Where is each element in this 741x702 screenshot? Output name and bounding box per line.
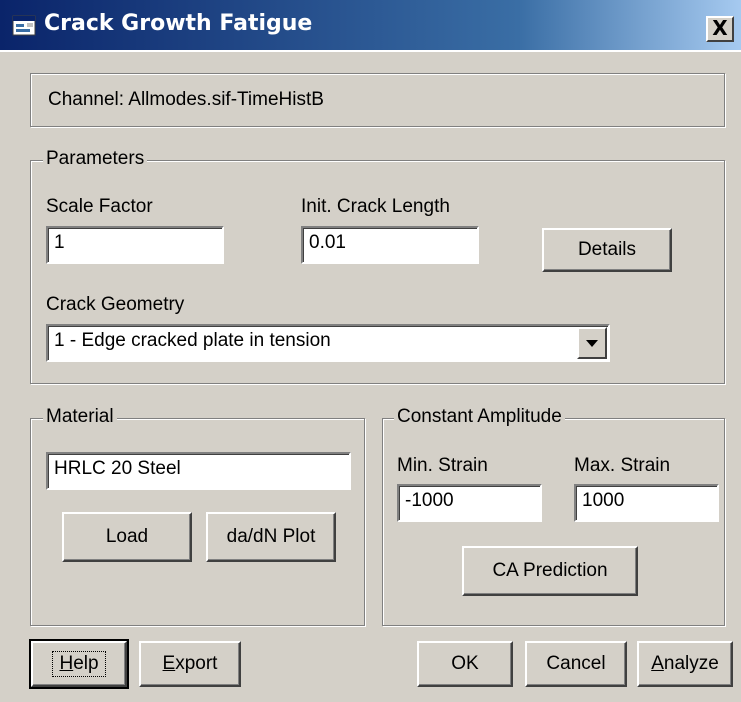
crack-geometry-select[interactable]: 1 - Edge cracked plate in tension [46, 324, 610, 362]
cancel-button[interactable]: Cancel [525, 641, 627, 687]
channel-label: Channel: Allmodes.sif-TimeHistB [48, 89, 324, 110]
load-button-label: Load [105, 526, 149, 547]
crack-geometry-dropdown-button[interactable] [577, 327, 607, 359]
material-group-label: Material [43, 406, 117, 428]
details-button[interactable]: Details [542, 228, 672, 272]
ca-prediction-button-label: CA Prediction [492, 560, 608, 581]
dadn-plot-button[interactable]: da/dN Plot [206, 512, 336, 562]
export-button-label: Export [162, 653, 218, 674]
crack-geometry-label: Crack Geometry [46, 294, 185, 315]
close-button[interactable]: X [706, 16, 734, 42]
close-icon: X [712, 16, 728, 40]
scale-factor-label: Scale Factor [46, 196, 153, 217]
min-strain-label: Min. Strain [397, 455, 488, 476]
material-input[interactable]: HRLC 20 Steel [46, 452, 351, 490]
cancel-button-label: Cancel [546, 653, 606, 674]
init-crack-length-input[interactable]: 0.01 [301, 226, 479, 264]
export-button[interactable]: Export [139, 641, 241, 687]
dadn-plot-button-label: da/dN Plot [226, 526, 316, 547]
details-button-label: Details [577, 239, 637, 260]
window-title: Crack Growth Fatigue [44, 11, 313, 36]
help-button-label: Help [52, 651, 106, 677]
parameters-group-label: Parameters [43, 148, 148, 170]
scale-factor-input[interactable]: 1 [46, 226, 224, 264]
min-strain-input[interactable]: -1000 [397, 484, 542, 522]
app-window-icon[interactable] [12, 14, 38, 38]
ok-button[interactable]: OK [417, 641, 513, 687]
help-button[interactable]: Help [29, 639, 129, 689]
analyze-button-label: Analyze [651, 653, 719, 674]
init-crack-length-label: Init. Crack Length [301, 196, 450, 217]
chevron-down-icon [586, 340, 598, 347]
crack-geometry-value: 1 - Edge cracked plate in tension [54, 330, 331, 351]
max-strain-input[interactable]: 1000 [574, 484, 719, 522]
load-button[interactable]: Load [62, 512, 192, 562]
ok-button-label: OK [451, 653, 479, 674]
max-strain-label: Max. Strain [574, 455, 671, 476]
analyze-button[interactable]: Analyze [637, 641, 733, 687]
ca-prediction-button[interactable]: CA Prediction [462, 546, 638, 596]
constant-amplitude-group-label: Constant Amplitude [394, 406, 565, 428]
